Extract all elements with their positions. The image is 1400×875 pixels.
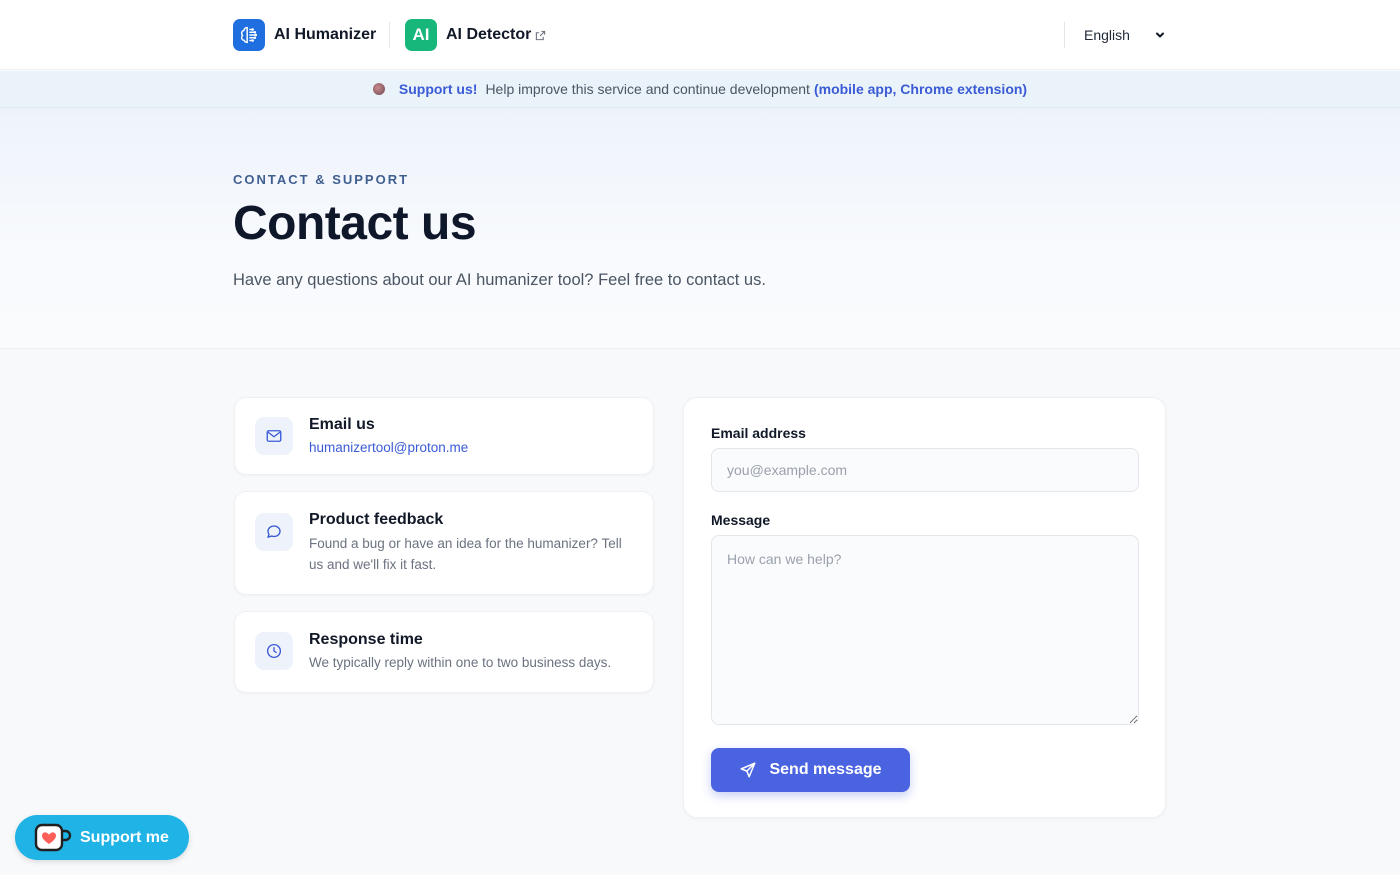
support-banner: Support us! Help improve this service an…	[0, 71, 1400, 108]
email-us-card: Email us humanizertool@proton.me	[234, 397, 654, 475]
language-select[interactable]: English	[1070, 22, 1170, 48]
header-divider	[1064, 22, 1065, 48]
language-selected-value: English	[1084, 27, 1130, 43]
send-icon	[740, 762, 756, 778]
card-title: Product feedback	[309, 511, 444, 528]
contact-form: Email address Message Send message	[683, 397, 1166, 818]
send-message-label: Send message	[769, 761, 882, 778]
section-eyebrow: CONTACT & SUPPORT	[233, 172, 410, 187]
page-title: Contact us	[233, 197, 477, 250]
ai-detector-logo-icon: AI	[405, 19, 437, 51]
card-title: Email us	[309, 416, 375, 433]
message-textarea[interactable]	[711, 535, 1139, 725]
support-me-button[interactable]: Support me	[15, 815, 189, 860]
support-me-label: Support me	[80, 828, 169, 846]
header-divider	[389, 22, 390, 48]
ai-detector-link[interactable]: AI AI Detector	[405, 19, 546, 51]
card-description: We typically reply within one to two bus…	[309, 655, 612, 670]
response-time-card: Response time We typically reply within …	[234, 611, 654, 693]
brain-logo-icon	[233, 19, 265, 51]
coffee-cup-heart-icon	[34, 822, 72, 854]
ai-detector-label: AI Detector	[446, 26, 532, 43]
mail-icon	[255, 417, 293, 455]
message-label: Message	[711, 512, 771, 528]
page-subtitle: Have any questions about our AI humanize…	[233, 271, 766, 289]
clock-icon	[255, 632, 293, 670]
banner-text: Help improve this service and continue d…	[485, 81, 810, 97]
support-avatar-icon	[372, 83, 385, 95]
card-title: Response time	[309, 631, 423, 648]
chevron-down-icon	[1156, 32, 1164, 38]
email-field[interactable]	[711, 448, 1139, 492]
support-us-link[interactable]: Support us!	[399, 81, 478, 97]
hero-section: CONTACT & SUPPORT Contact us Have any qu…	[0, 108, 1400, 349]
card-description: Found a bug or have an idea for the huma…	[309, 536, 622, 572]
send-message-button[interactable]: Send message	[711, 748, 910, 792]
ai-humanizer-label: AI Humanizer	[274, 26, 377, 43]
banner-apps-link[interactable]: (mobile app, Chrome extension)	[814, 81, 1027, 97]
email-address-link[interactable]: humanizertool@proton.me	[309, 440, 468, 455]
top-navigation-bar: AI Humanizer AI AI Detector English	[0, 0, 1400, 70]
chat-bubble-icon	[255, 513, 293, 551]
external-link-icon	[536, 30, 546, 40]
email-label: Email address	[711, 425, 806, 441]
product-feedback-card: Product feedback Found a bug or have an …	[234, 491, 654, 595]
ai-humanizer-link[interactable]: AI Humanizer	[233, 19, 376, 51]
